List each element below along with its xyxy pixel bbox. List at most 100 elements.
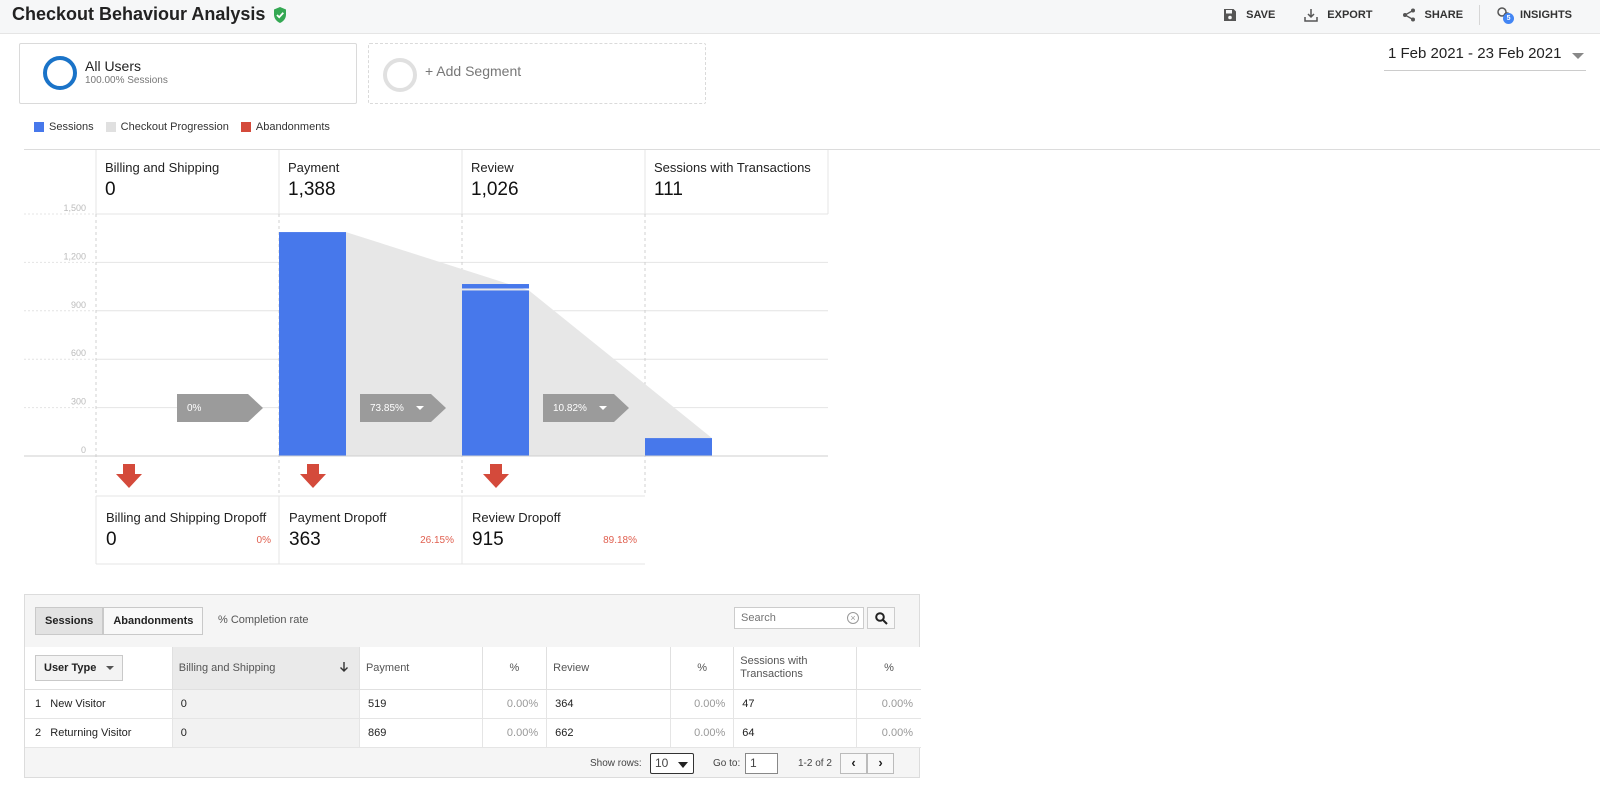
dropoff-name-label: Review Dropoff xyxy=(472,510,561,525)
row-payment-cell: 869 xyxy=(358,718,483,748)
insights-icon: 5 xyxy=(1496,6,1515,25)
show-rows-value: 10 xyxy=(655,756,669,770)
header-transactions-pct[interactable]: % xyxy=(856,647,921,690)
row-review-cell: 364 xyxy=(546,689,671,719)
row-payment-pct-cell: 0.00% xyxy=(481,689,547,719)
funnel-table-panel: Sessions Abandonments % Completion rate … xyxy=(24,594,921,778)
insights-button[interactable]: 5 INSIGHTS xyxy=(1482,6,1586,25)
date-range-label: 1 Feb 2021 - 23 Feb 2021 xyxy=(1388,45,1562,62)
funnel-table: User Type Billing and Shipping Payment %… xyxy=(25,647,921,748)
legend-progression: Checkout Progression xyxy=(105,121,229,133)
verified-shield-icon xyxy=(274,6,287,23)
sessions-bar xyxy=(645,438,712,456)
y-tick-label: 600 xyxy=(71,348,86,358)
dropoff-arrow-icon xyxy=(300,464,326,488)
row-transactions-cell: 64 xyxy=(733,718,857,748)
step-value-label: 0 xyxy=(105,179,116,200)
row-payment-cell: 519 xyxy=(358,689,483,719)
clear-search-icon[interactable]: × xyxy=(847,612,859,624)
export-icon xyxy=(1304,9,1319,22)
y-tick-label: 900 xyxy=(71,300,86,310)
table-row: 1 New Visitor 0 519 0.00% 364 0.00% 47 0… xyxy=(25,689,921,719)
save-button[interactable]: SAVE xyxy=(1208,7,1289,23)
search-button[interactable] xyxy=(867,607,895,629)
conversion-pct-label: 73.85% xyxy=(370,403,404,414)
row-transactions-pct-cell: 0.00% xyxy=(856,689,921,719)
row-review-pct-cell: 0.00% xyxy=(669,718,734,748)
y-tick-label: 1,200 xyxy=(63,251,86,261)
report-actions: SAVE EXPORT SHARE 5 INSIGHTS xyxy=(1208,0,1586,30)
tab-abandonments[interactable]: Abandonments xyxy=(103,607,204,635)
share-button[interactable]: SHARE xyxy=(1387,7,1478,23)
show-rows-select[interactable]: 10 xyxy=(650,753,694,774)
insights-badge: 5 xyxy=(1503,12,1515,24)
legend-abandonments-label: Abandonments xyxy=(255,121,330,133)
user-type-dropdown[interactable]: User Type xyxy=(35,654,124,681)
chevron-left-icon: ‹ xyxy=(851,755,856,770)
row-billing-cell: 0 xyxy=(171,718,360,748)
header-payment-pct[interactable]: % xyxy=(481,647,547,690)
legend-swatch-abandonments xyxy=(240,122,251,132)
completion-rate-link[interactable]: % Completion rate xyxy=(218,614,309,626)
step-name-label: Sessions with Transactions xyxy=(654,160,811,175)
row-billing-cell: 0 xyxy=(171,689,360,719)
dropoff-value-label: 363 xyxy=(289,529,321,550)
previous-page-button[interactable]: ‹ xyxy=(840,753,867,774)
share-icon xyxy=(1402,8,1415,22)
legend-sessions: Sessions xyxy=(34,121,94,133)
segment-name: All Users xyxy=(85,58,142,74)
row-index: 1 xyxy=(35,697,42,710)
segment-all-users[interactable]: All Users 100.00% Sessions xyxy=(19,43,357,104)
chevron-down-icon xyxy=(106,665,115,670)
row-dimension-cell: 1 New Visitor xyxy=(25,689,173,719)
sessions-bar xyxy=(462,290,529,456)
page-title: Checkout Behaviour Analysis xyxy=(12,4,288,25)
checkout-funnel-chart: 0 300 600 900 1,200 1,500 Billing and Shipping… xyxy=(24,150,829,565)
header-transactions[interactable]: Sessions with Transactions xyxy=(733,647,857,690)
sessions-bar xyxy=(279,232,346,456)
dropoff-arrow-icon xyxy=(116,464,142,488)
row-review-pct-cell: 0.00% xyxy=(669,689,734,719)
page-title-text: Checkout Behaviour Analysis xyxy=(12,4,266,24)
row-dimension-cell: 2 Returning Visitor xyxy=(25,718,173,748)
date-range-picker[interactable]: 1 Feb 2021 - 23 Feb 2021 xyxy=(1384,45,1586,71)
toolbar-divider xyxy=(1479,5,1481,25)
dropoff-name-label: Payment Dropoff xyxy=(289,510,387,525)
row-review-cell: 662 xyxy=(546,718,671,748)
chart-legend: Sessions Checkout Progression Abandonmen… xyxy=(34,121,330,133)
step-value-label: 1,388 xyxy=(288,179,336,200)
goto-page-input[interactable]: 1 xyxy=(745,753,778,774)
header-billing-shipping-label: Billing and Shipping xyxy=(178,661,276,674)
y-tick-label: 1,500 xyxy=(63,203,86,213)
dropoff-pct-label: 89.18% xyxy=(603,535,637,546)
y-tick-label: 300 xyxy=(71,397,86,407)
dropoff-value-label: 0 xyxy=(106,529,117,550)
row-dimension-link[interactable]: Returning Visitor xyxy=(50,727,131,739)
row-transactions-pct-cell: 0.00% xyxy=(856,718,921,748)
dimension-header: User Type xyxy=(25,647,173,690)
search-input[interactable] xyxy=(734,607,864,629)
segment-ring-icon xyxy=(43,56,77,90)
dropoff-pct-label: 0% xyxy=(257,535,272,546)
tab-sessions[interactable]: Sessions xyxy=(35,607,104,635)
y-tick-label: 0 xyxy=(81,445,86,455)
row-dimension-link[interactable]: New Visitor xyxy=(50,698,105,710)
add-segment-label: + Add Segment xyxy=(425,63,522,79)
header-review-pct[interactable]: % xyxy=(669,647,734,690)
add-segment-button[interactable]: + Add Segment xyxy=(368,43,706,104)
header-review[interactable]: Review xyxy=(546,647,671,690)
table-header-row: User Type Billing and Shipping Payment %… xyxy=(25,647,921,690)
row-range-label: 1-2 of 2 xyxy=(798,758,832,769)
save-icon xyxy=(1224,9,1237,21)
legend-sessions-label: Sessions xyxy=(49,121,94,133)
dropoff-value-label: 915 xyxy=(472,529,504,550)
dropoff-arrow-icon xyxy=(483,464,509,488)
header-billing-shipping[interactable]: Billing and Shipping xyxy=(171,647,360,690)
insights-label: INSIGHTS xyxy=(1520,9,1572,21)
step-name-label: Review xyxy=(471,160,514,175)
export-button[interactable]: EXPORT xyxy=(1289,7,1386,23)
show-rows-label: Show rows: xyxy=(590,758,642,769)
step-value-label: 111 xyxy=(654,179,683,200)
next-page-button[interactable]: › xyxy=(867,753,894,774)
header-payment[interactable]: Payment xyxy=(358,647,483,690)
